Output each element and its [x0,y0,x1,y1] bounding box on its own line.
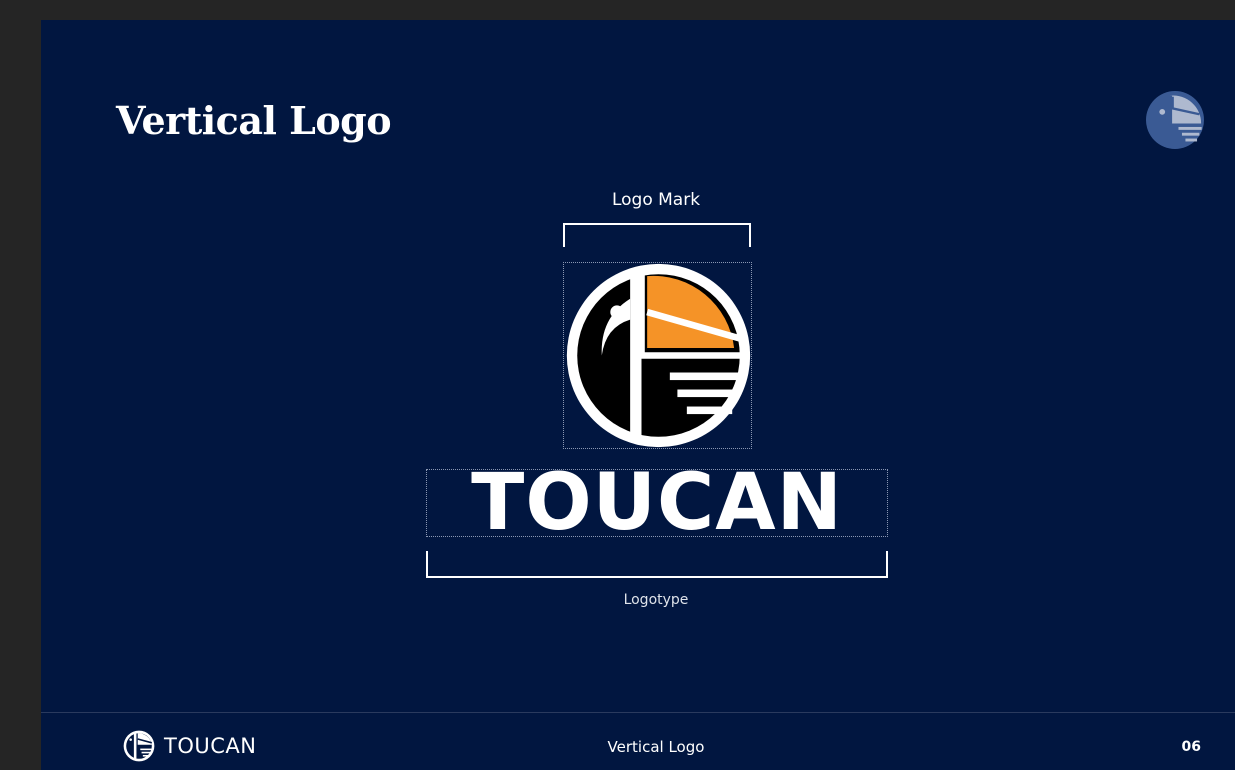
footer-logo: TOUCAN [123,730,256,762]
toucan-logo-mark [566,263,751,448]
logotype: TOUCAN [471,458,843,548]
logo-mark-label: Logo Mark [611,190,701,210]
footer-section-title: Vertical Logo [607,738,705,756]
page-number: 06 [1181,739,1201,755]
logo-mark-bracket [563,223,751,247]
footer-divider [41,712,1235,713]
logotype-bracket [426,551,888,578]
page-title: Vertical Logo [116,98,392,143]
toucan-logo-icon [123,730,155,762]
slide: Vertical Logo Logo Mark TOUCAN Logotype … [41,20,1235,770]
footer-brand-name: TOUCAN [164,734,257,758]
logotype-label: Logotype [623,592,689,608]
toucan-logo-icon [1146,91,1204,149]
